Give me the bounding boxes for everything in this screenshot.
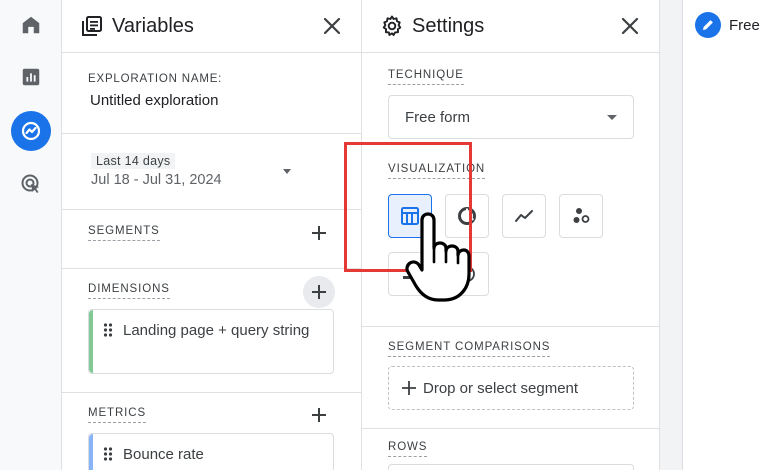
left-nav-rail	[0, 0, 62, 470]
nav-home-button[interactable]	[11, 5, 51, 45]
nav-advertising-button[interactable]	[11, 164, 51, 204]
dimension-item-label: Landing page + query string	[123, 322, 310, 339]
plus-icon	[312, 226, 326, 240]
nav-reports-button[interactable]	[11, 57, 51, 97]
advertising-icon	[21, 174, 39, 193]
dimension-item[interactable]: Landing page + query string	[88, 309, 334, 374]
tab-free-form[interactable]: Free	[695, 12, 760, 38]
chevron-down-icon	[283, 169, 291, 174]
rows-dropzone[interactable]	[388, 464, 634, 470]
settings-header: Settings	[362, 0, 659, 53]
metric-item[interactable]: Bounce rate	[88, 433, 334, 470]
plus-icon	[312, 408, 326, 422]
variables-title: Variables	[112, 14, 194, 37]
date-preset-chip: Last 14 days	[91, 153, 176, 169]
technique-value: Free form	[405, 108, 471, 126]
home-icon	[22, 16, 40, 34]
visualization-label: VISUALIZATION	[388, 163, 486, 179]
viz-scatter-button[interactable]	[559, 194, 603, 238]
divider	[62, 392, 361, 393]
close-settings-button[interactable]	[617, 13, 643, 39]
divider	[362, 326, 659, 327]
variables-panel: Variables EXPLORATION NAME: Untitled exp…	[62, 0, 362, 470]
close-icon	[323, 17, 341, 35]
plus-icon	[401, 380, 417, 396]
date-range-text: Jul 18 - Jul 31, 2024	[91, 172, 222, 188]
drag-handle-icon[interactable]	[93, 310, 123, 338]
divider	[62, 209, 361, 210]
technique-select[interactable]: Free form	[388, 95, 634, 139]
settings-title: Settings	[412, 14, 485, 37]
reports-icon	[22, 68, 40, 86]
chevron-down-icon	[607, 115, 617, 120]
divider	[62, 133, 361, 134]
exploration-name-label: EXPLORATION NAME:	[88, 73, 223, 85]
metrics-label: METRICS	[88, 407, 147, 423]
close-icon	[621, 17, 639, 35]
add-metric-button[interactable]	[303, 399, 335, 431]
segments-label: SEGMENTS	[88, 225, 160, 241]
divider	[362, 428, 659, 429]
line-chart-icon	[515, 210, 533, 222]
nav-explore-button[interactable]	[11, 111, 51, 151]
date-range-selector[interactable]: Last 14 days Jul 18 - Jul 31, 2024	[88, 150, 334, 194]
segment-dropzone[interactable]: Drop or select segment	[388, 366, 634, 410]
close-variables-button[interactable]	[319, 13, 345, 39]
variables-icon	[80, 14, 104, 38]
scatter-icon	[573, 208, 590, 223]
viz-line-button[interactable]	[502, 194, 546, 238]
exploration-name-input[interactable]: Untitled exploration	[90, 92, 218, 109]
settings-gear-icon	[380, 14, 404, 38]
canvas-area: Free	[660, 0, 770, 470]
dimensions-label: DIMENSIONS	[88, 283, 170, 299]
explore-icon	[21, 121, 41, 141]
tab-free-form-label: Free	[729, 16, 760, 34]
drop-segment-text: Drop or select segment	[423, 379, 579, 397]
add-dimension-button[interactable]	[303, 276, 335, 308]
drag-handle-icon[interactable]	[93, 434, 123, 462]
canvas-card: Free	[682, 0, 770, 470]
add-segment-button[interactable]	[303, 217, 335, 249]
segment-comparisons-label: SEGMENT COMPARISONS	[388, 341, 551, 357]
pointer-hand-icon	[404, 212, 480, 309]
rows-label: ROWS	[388, 441, 428, 457]
variables-header: Variables	[62, 0, 361, 53]
plus-icon	[312, 285, 326, 299]
pencil-icon	[695, 12, 721, 38]
technique-label: TECHNIQUE	[388, 69, 464, 85]
metric-item-label: Bounce rate	[123, 446, 204, 463]
divider	[62, 268, 361, 269]
